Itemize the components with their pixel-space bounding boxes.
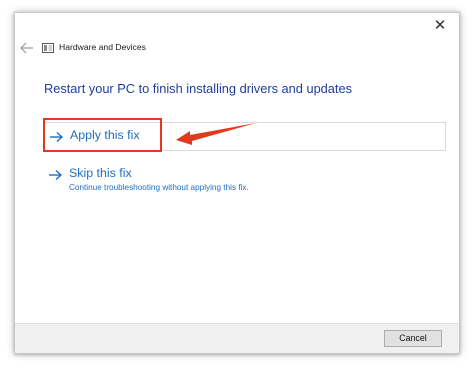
annotation-arrow-icon: [176, 123, 256, 145]
